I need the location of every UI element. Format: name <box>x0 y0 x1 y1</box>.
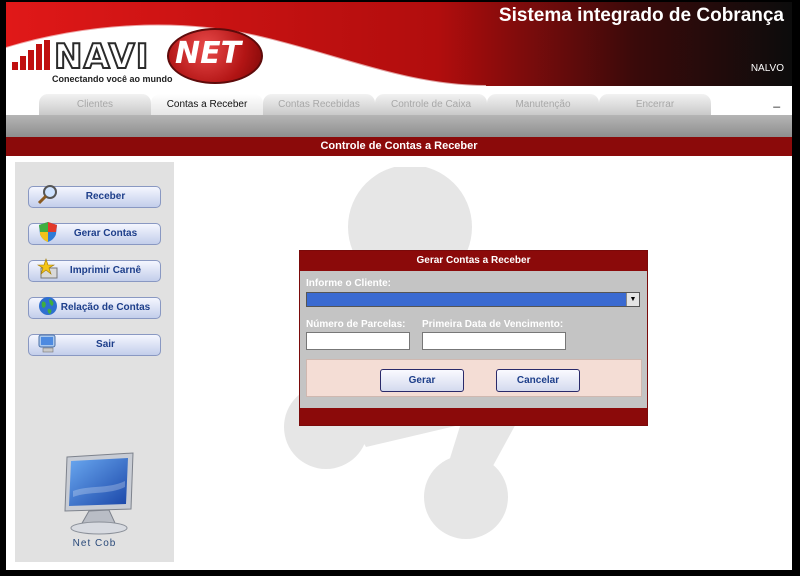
first-due-date-label: Primeira Data de Vencimento: <box>422 319 564 330</box>
sidebar-item-imprimir-carne[interactable]: Imprimir Carnê <box>28 258 161 282</box>
logo: NAVI NET Conectando você ao mundo <box>12 28 272 86</box>
tab-manutencao[interactable]: Manutenção <box>487 94 599 115</box>
installments-input[interactable] <box>306 332 410 350</box>
tab-contas-recebidas[interactable]: Contas Recebidas <box>263 94 375 115</box>
logo-navi-text: NAVI <box>53 36 150 78</box>
sidebar-item-gerar-contas[interactable]: Gerar Contas <box>28 222 161 245</box>
sidebar-item-label: Imprimir Carnê <box>69 265 142 276</box>
sidebar-item-receber[interactable]: Receber <box>28 185 161 208</box>
sidebar-item-label: Relação de Contas <box>60 302 151 313</box>
section-title: Controle de Contas a Receber <box>6 137 792 156</box>
sidebar: Receber Gerar Contas Imprimir Carnê Rela… <box>15 162 174 562</box>
sidebar-item-relacao-de-contas[interactable]: Relação de Contas <box>28 297 161 319</box>
user-name: NALVO <box>750 63 784 74</box>
sidebar-item-label: Gerar Contas <box>73 228 138 239</box>
app-window: Sistema integrado de Cobrança NALVO NAVI… <box>6 2 792 570</box>
chevron-down-icon[interactable]: ▼ <box>626 293 639 306</box>
sidebar-item-label: Sair <box>96 339 115 350</box>
sidebar-footer-label: Net Cob <box>72 538 117 549</box>
toolbar-strip <box>6 115 792 137</box>
generate-accounts-dialog: Gerar Contas a Receber Informe o Cliente… <box>299 250 648 426</box>
app-title: Sistema integrado de Cobrança <box>498 5 784 26</box>
tab-encerrar[interactable]: Encerrar <box>599 94 711 115</box>
tab-contas-a-receber[interactable]: Contas a Receber <box>151 94 263 115</box>
client-label: Informe o Cliente: <box>306 278 392 289</box>
logo-net-text: NET <box>175 36 242 71</box>
tab-bar: Clientes Contas a Receber Contas Recebid… <box>6 86 792 115</box>
sidebar-item-sair[interactable]: Sair <box>28 334 161 356</box>
first-due-date-input[interactable] <box>422 332 566 350</box>
dialog-footer <box>300 408 647 425</box>
client-select[interactable]: ▼ <box>306 292 640 307</box>
signal-bars-icon <box>12 40 50 70</box>
generate-button[interactable]: Gerar <box>380 369 464 392</box>
dialog-title: Gerar Contas a Receber <box>300 251 647 271</box>
header: Sistema integrado de Cobrança NALVO NAVI… <box>6 2 792 86</box>
minimize-button[interactable]: _ <box>773 94 780 108</box>
cancel-button[interactable]: Cancelar <box>496 369 580 392</box>
installments-label: Número de Parcelas: <box>306 319 406 330</box>
monitor-icon <box>64 452 134 535</box>
tab-controle-de-caixa[interactable]: Controle de Caixa <box>375 94 487 115</box>
tab-clientes[interactable]: Clientes <box>39 94 151 115</box>
dialog-button-area: Gerar Cancelar <box>306 359 642 397</box>
sidebar-item-label: Receber <box>85 191 126 202</box>
logo-tagline: Conectando você ao mundo <box>52 74 173 84</box>
